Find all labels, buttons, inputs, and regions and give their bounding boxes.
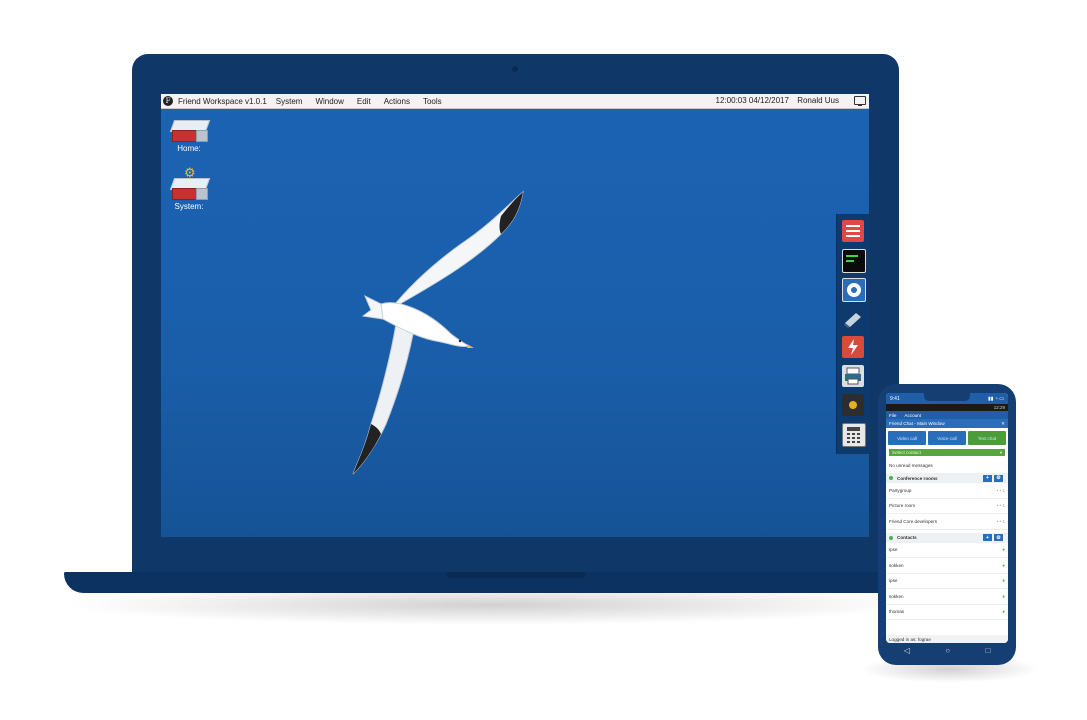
room-settings-button[interactable]: ⚙ (994, 474, 1003, 482)
desktop-icon-home[interactable]: Home: (161, 120, 219, 153)
media-icon[interactable] (842, 278, 866, 302)
list-app-icon[interactable] (842, 220, 864, 242)
voice-call-label: Voice call (937, 435, 957, 441)
contact-name: thomas (889, 609, 905, 615)
voice-call-button[interactable]: Voice call (928, 431, 966, 445)
desktop-screen: F Friend Workspace v1.0.1 System Window … (161, 94, 869, 537)
online-dot-icon (889, 476, 893, 480)
add-room-button[interactable]: + (983, 474, 992, 482)
laptop-notch (446, 572, 586, 578)
add-contact-button[interactable]: + (983, 534, 992, 541)
desktop-icon-label: System: (174, 202, 204, 211)
recents-icon[interactable]: □ (985, 646, 990, 655)
person-icon: ● (1002, 547, 1005, 553)
room-members-icon: • • 1 (996, 487, 1005, 493)
desktop-icon-system[interactable]: ⚙ System: (161, 165, 219, 211)
room-row[interactable]: Friend Core developers • • 1 (886, 514, 1008, 530)
friend-logo-icon[interactable]: F (163, 96, 173, 106)
contact-row[interactable]: thomas ● (886, 605, 1008, 620)
phone-nav-bar: ◁ ○ □ (886, 643, 1008, 657)
room-row[interactable]: Picture room • • 1 (886, 499, 1008, 514)
phone-menu: File Account (886, 411, 1008, 419)
menubar: F Friend Workspace v1.0.1 System Window … (161, 94, 869, 109)
room-name: Partygroup (889, 487, 912, 493)
terminal-icon[interactable] (842, 249, 866, 273)
phone-screen: 9:41 ▮▮ ◔ ▭ 12:29 File Account Friend Ch… (886, 393, 1008, 643)
contact-name: ipse (889, 578, 898, 584)
phone-window-title: Friend Chat - Main Window (889, 421, 945, 426)
phone-footer: Logged in as: fograe (886, 635, 1008, 643)
phone-time: 9:41 (890, 395, 900, 402)
contacts-header: Contacts + ⚙ (886, 532, 1008, 543)
text-chat-button[interactable]: Text chat (968, 431, 1006, 445)
desktop-icon-label: Home: (177, 144, 201, 153)
menu-window[interactable]: Window (315, 97, 343, 106)
menu-actions[interactable]: Actions (384, 97, 410, 106)
workspace-title: Friend Workspace v1.0.1 (178, 96, 267, 106)
contact-name: ipse (889, 547, 898, 553)
signal-icon: ▮▮ ◔ ▭ (987, 395, 1004, 402)
logged-in-status: Logged in as: fograe (889, 636, 931, 642)
tools-icon[interactable] (842, 307, 864, 329)
contact-name: sokken (889, 562, 904, 568)
person-icon: ● (1002, 593, 1005, 599)
room-name: Picture room (889, 503, 916, 509)
contact-row[interactable]: sokken ● (886, 558, 1008, 574)
video-call-button[interactable]: Video call (888, 431, 926, 445)
menu-system[interactable]: System (276, 97, 303, 106)
video-call-label: Video call (897, 435, 917, 441)
video-icon[interactable] (842, 394, 864, 416)
contact-settings-button[interactable]: ⚙ (994, 534, 1003, 541)
room-row[interactable]: Partygroup • • 1 (886, 483, 1008, 499)
monitor-icon[interactable] (854, 96, 866, 106)
menubar-status: 12:00:03 04/12/2017 Ronald Uus (710, 96, 839, 105)
phone-window-title-bar: Friend Chat - Main Window ✕ (886, 419, 1008, 428)
system-drive-icon: ⚙ (169, 165, 211, 200)
contact-row[interactable]: ipse ● (886, 574, 1008, 589)
online-dot-icon (889, 535, 893, 540)
select-contact-dropdown[interactable]: Select contact ▾ (889, 449, 1005, 456)
menu-tools[interactable]: Tools (423, 97, 442, 106)
back-icon[interactable]: ◁ (904, 646, 910, 655)
contact-name: sokken (889, 593, 904, 599)
contact-row[interactable]: sokken ● (886, 589, 1008, 605)
text-chat-label: Text chat (977, 435, 997, 441)
chevron-down-icon: ▾ (999, 449, 1002, 455)
flash-icon[interactable] (842, 336, 864, 358)
calculator-icon[interactable] (842, 423, 866, 447)
room-members-icon: • • 1 (996, 503, 1005, 509)
clock: 12:00:03 04/12/2017 (715, 96, 789, 105)
android-status-bar: 12:29 (886, 404, 1008, 411)
no-unread-messages: No unread messages (889, 462, 933, 468)
dock (836, 214, 870, 454)
user-name[interactable]: Ronald Uus (797, 96, 839, 105)
seagull-image (352, 190, 524, 475)
conference-rooms-header: Conference rooms + ⚙ (886, 473, 1008, 483)
contact-row[interactable]: ipse ● (886, 543, 1008, 558)
printer-icon[interactable] (842, 365, 864, 387)
drive-icon (169, 120, 211, 142)
phone-notch (924, 393, 970, 401)
phone-menu-file[interactable]: File (889, 413, 896, 418)
laptop-camera (512, 66, 518, 72)
home-icon[interactable]: ○ (945, 646, 950, 655)
room-name: Friend Core developers (889, 518, 938, 524)
contacts-title: Contacts (897, 535, 917, 540)
menu-edit[interactable]: Edit (357, 97, 371, 106)
person-icon: ● (1002, 578, 1005, 584)
conference-rooms-title: Conference rooms (897, 475, 938, 481)
phone-menu-account[interactable]: Account (904, 413, 921, 418)
close-icon[interactable]: ✕ (1001, 421, 1005, 427)
call-buttons: Video call Voice call Text chat (886, 428, 1008, 448)
room-members-icon: • • 1 (996, 518, 1005, 524)
android-time: 12:29 (993, 405, 1005, 410)
person-icon: ● (1002, 562, 1005, 568)
select-contact-text: Select contact (892, 450, 921, 455)
person-icon: ● (1002, 609, 1005, 615)
